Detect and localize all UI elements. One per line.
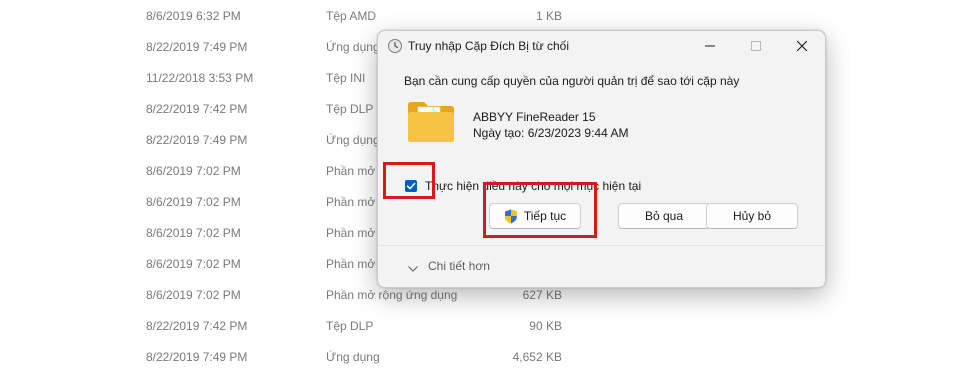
file-date-modified: 11/22/2018 3:53 PM xyxy=(146,71,254,85)
skip-label: Bỏ qua xyxy=(644,209,684,223)
file-date-modified: 8/22/2019 7:42 PM xyxy=(146,102,248,116)
file-date-modified: 8/6/2019 7:02 PM xyxy=(146,164,241,178)
file-type: Tệp INI xyxy=(326,71,366,85)
file-size: 627 KB xyxy=(522,288,562,302)
folder-icon xyxy=(406,97,456,145)
file-list-row[interactable]: 8/6/2019 7:02 PM Phần mở rộng ứng dụng 627… xyxy=(0,288,976,308)
file-date-modified: 8/6/2019 7:02 PM xyxy=(146,288,241,302)
file-date-modified: 8/6/2019 7:02 PM xyxy=(146,257,241,271)
item-created-date: Ngày tạo: 6/23/2023 9:44 AM xyxy=(473,126,629,140)
cancel-button[interactable]: Hủy bỏ xyxy=(706,203,798,229)
close-icon xyxy=(797,41,807,51)
file-size: 4,652 KB xyxy=(512,350,562,364)
highlight-box-checkbox xyxy=(383,162,435,199)
file-list-row[interactable]: 8/22/2019 7:42 PM Tệp DLP 90 KB xyxy=(0,319,976,339)
file-type: Phần mở xyxy=(326,195,376,209)
dialog-titlebar: Truy nhập Cặp Đích Bị từ chối xyxy=(378,31,825,61)
close-button[interactable] xyxy=(779,31,825,61)
file-date-modified: 8/22/2019 7:42 PM xyxy=(146,319,248,333)
file-type: Phần mở xyxy=(326,164,376,178)
file-type: Ứng dụng xyxy=(326,40,380,54)
access-denied-dialog: Truy nhập Cặp Đích Bị từ chối Bạn cần cu… xyxy=(377,30,826,288)
file-date-modified: 8/6/2019 6:32 PM xyxy=(146,9,241,23)
minimize-icon xyxy=(705,45,715,47)
cancel-label: Hủy bỏ xyxy=(732,209,772,223)
dialog-footer: Chi tiết hơn xyxy=(378,245,825,287)
chevron-down-icon[interactable] xyxy=(408,261,418,275)
file-date-modified: 8/6/2019 7:02 PM xyxy=(146,195,241,209)
file-type: Tệp AMD xyxy=(326,9,377,23)
more-details-toggle[interactable]: Chi tiết hơn xyxy=(428,259,490,273)
file-list-row[interactable]: 8/6/2019 6:32 PM Tệp AMD 1 KB xyxy=(0,9,976,29)
dialog-message: Bạn cần cung cấp quyền của người quản tr… xyxy=(404,74,740,88)
file-type: Tệp DLP xyxy=(326,319,374,333)
file-type: Phần mở xyxy=(326,226,376,240)
file-type: Phần mở xyxy=(326,257,376,271)
file-size: 90 KB xyxy=(529,319,562,333)
file-type: Ứng dụng xyxy=(326,350,380,364)
file-size: 1 KB xyxy=(535,9,562,23)
skip-button[interactable]: Bỏ qua xyxy=(618,203,710,229)
file-date-modified: 8/22/2019 7:49 PM xyxy=(146,133,248,147)
clock-icon xyxy=(387,38,403,54)
file-date-modified: 8/6/2019 7:02 PM xyxy=(146,226,241,240)
file-type: Ứng dụng xyxy=(326,133,380,147)
maximize-icon xyxy=(751,41,761,51)
dialog-title: Truy nhập Cặp Đích Bị từ chối xyxy=(408,39,569,53)
file-date-modified: 8/22/2019 7:49 PM xyxy=(146,40,248,54)
minimize-button[interactable] xyxy=(687,31,733,61)
file-date-modified: 8/22/2019 7:49 PM xyxy=(146,350,248,364)
file-list-row[interactable]: 8/22/2019 7:49 PM Ứng dụng 4,652 KB xyxy=(0,350,976,370)
maximize-button[interactable] xyxy=(733,31,779,61)
item-name: ABBYY FineReader 15 xyxy=(473,110,596,124)
file-type: Tệp DLP xyxy=(326,102,374,116)
file-type: Phần mở rộng ứng dụng xyxy=(326,288,458,302)
highlight-box-continue xyxy=(483,182,597,238)
